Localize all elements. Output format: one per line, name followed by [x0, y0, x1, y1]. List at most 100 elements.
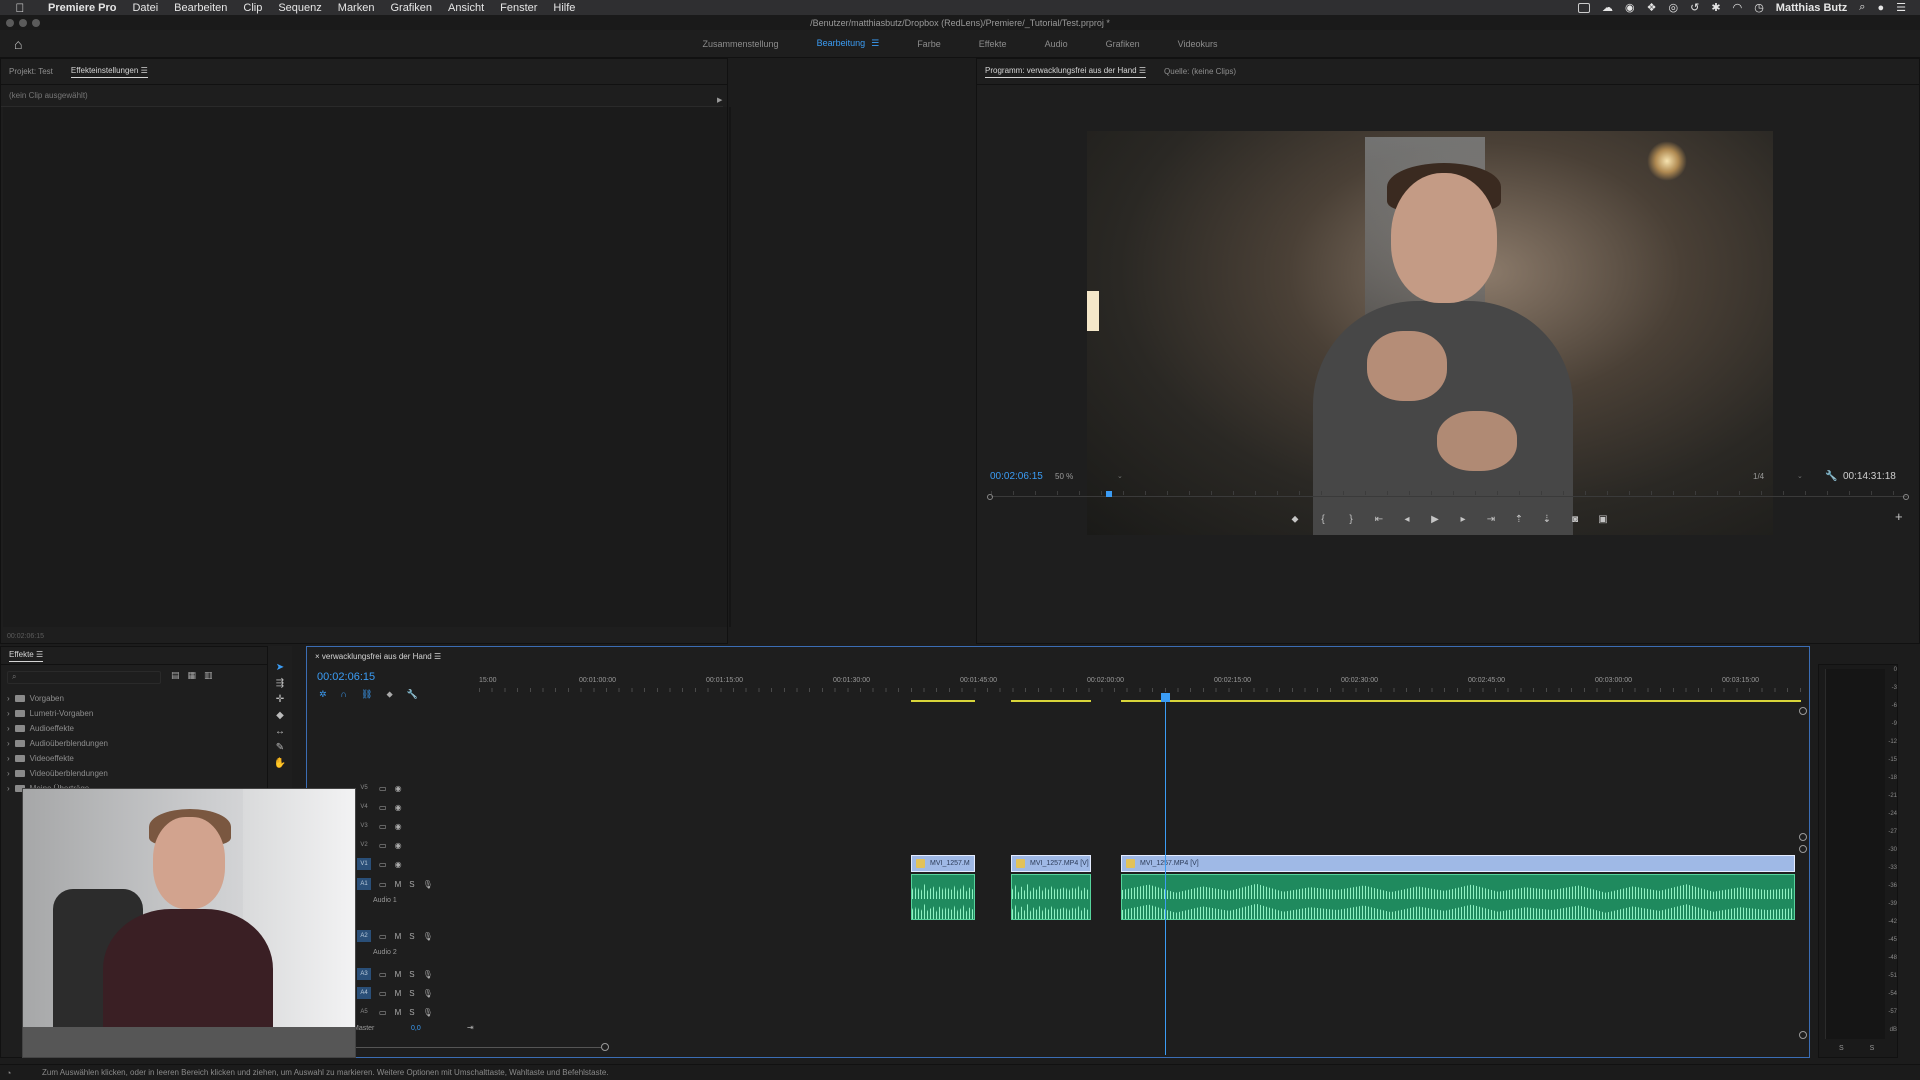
nest-icon[interactable]: ✲ [319, 689, 327, 700]
tab-quelle[interactable]: Quelle: (keine Clips) [1164, 67, 1236, 76]
track-name[interactable]: A3 [357, 968, 371, 980]
timeline-playhead-line[interactable] [1165, 693, 1166, 1055]
menu-sequenz[interactable]: Sequenz [270, 2, 329, 14]
go-to-out-icon[interactable]: ⇥ [1484, 514, 1498, 525]
hand-tool-icon[interactable]: ✋ [274, 758, 286, 769]
video-clip[interactable]: MVI_1257.M [911, 855, 975, 872]
panel-menu-icon[interactable]: ☰ [36, 650, 43, 659]
playhead-icon[interactable] [1161, 693, 1170, 702]
menu-datei[interactable]: Datei [124, 2, 166, 14]
mute-button[interactable]: M [395, 970, 402, 979]
chevron-down-icon[interactable]: ⌄ [1117, 472, 1123, 480]
wrench-icon[interactable]: 🔧 [1825, 471, 1837, 482]
snap-icon[interactable]: ∩ [341, 689, 347, 700]
mark-out-icon[interactable]: } [1344, 514, 1358, 525]
panel-menu-icon[interactable]: ☰ [141, 66, 148, 75]
solo-button[interactable]: S [1839, 1045, 1844, 1052]
sync-lock-icon[interactable]: ▭ [379, 822, 387, 831]
yuv-effects-icon[interactable]: ▥ [204, 670, 213, 681]
panel-menu-icon[interactable]: ☰ [871, 38, 879, 48]
microphone-icon[interactable]: 🎙 [423, 932, 433, 941]
workspace-tab-grafiken[interactable]: Grafiken [1087, 39, 1159, 49]
scrollbar-handle[interactable] [1799, 707, 1807, 715]
solo-button[interactable]: S [409, 970, 414, 979]
sync-lock-icon[interactable]: ▭ [379, 989, 387, 998]
minimize-window-button[interactable] [19, 19, 27, 27]
menu-hilfe[interactable]: Hilfe [545, 2, 583, 14]
tab-effekte[interactable]: Effekte ☰ [9, 650, 44, 662]
track-select-tool-icon[interactable]: ⇶ [276, 678, 284, 689]
timeline-tab[interactable]: × verwacklungsfrei aus der Hand ☰ [315, 652, 441, 661]
solo-button[interactable]: S [1870, 1045, 1875, 1052]
effects-search-input[interactable]: ⌕ [7, 671, 161, 684]
go-to-in-icon[interactable]: ⇤ [1372, 514, 1386, 525]
timeline-vertical-scrollbar[interactable] [1799, 707, 1807, 1039]
cloud-icon[interactable]: ☁ [1602, 1, 1613, 14]
32bit-effects-icon[interactable]: ▦ [188, 670, 197, 681]
solo-button[interactable]: S [409, 989, 414, 998]
mute-button[interactable]: M [395, 880, 402, 889]
bluetooth-icon[interactable]: ✱ [1711, 1, 1720, 14]
scrub-start-handle[interactable] [987, 494, 993, 500]
mute-button[interactable]: M [395, 989, 402, 998]
zoom-select[interactable]: 50 % [1055, 472, 1073, 481]
workspace-tab-audio[interactable]: Audio [1026, 39, 1087, 49]
playhead-icon[interactable] [1105, 491, 1112, 497]
selection-tool-icon[interactable]: ➤ [276, 662, 284, 673]
creative-cloud-icon[interactable]: ◎ [1669, 1, 1679, 14]
eye-icon[interactable]: ◉ [395, 860, 402, 869]
solo-button[interactable]: S [409, 932, 414, 941]
siri-icon[interactable]: ● [1877, 2, 1884, 14]
add-marker-icon[interactable]: ⬥ [386, 689, 392, 700]
track-name[interactable]: A4 [357, 987, 371, 999]
menubar-user[interactable]: Matthias Butz [1776, 2, 1848, 14]
track-name[interactable]: V2 [357, 839, 371, 851]
program-timecode[interactable]: 00:02:06:15 [990, 471, 1043, 482]
mute-button[interactable]: M [395, 1008, 402, 1017]
track-name[interactable]: V3 [357, 820, 371, 832]
video-clip[interactable]: MVI_1257.MP4 [V] [1121, 855, 1795, 872]
effects-folder[interactable]: › Audioüberblendungen [7, 736, 108, 751]
solo-button[interactable]: S [409, 880, 414, 889]
track-name[interactable]: A2 [357, 930, 371, 942]
eye-icon[interactable]: ◉ [395, 803, 402, 812]
menu-bearbeiten[interactable]: Bearbeiten [166, 2, 235, 14]
audio-clip[interactable] [1121, 874, 1795, 920]
home-icon[interactable]: ⌂ [14, 36, 22, 52]
program-video-frame[interactable] [1087, 131, 1773, 535]
eye-icon[interactable]: ◉ [1625, 1, 1635, 14]
scrub-end-handle[interactable] [1903, 494, 1909, 500]
step-back-icon[interactable]: ◂ [1400, 514, 1414, 525]
master-volume[interactable]: 0,0 [411, 1025, 421, 1032]
sync-lock-icon[interactable]: ▭ [379, 841, 387, 850]
workspace-tab-effekte[interactable]: Effekte [960, 39, 1026, 49]
chevron-down-icon[interactable]: ⌄ [1797, 472, 1803, 480]
playback-resolution-select[interactable]: 1/4 [1753, 472, 1764, 481]
sync-lock-icon[interactable]: ▭ [379, 803, 387, 812]
tab-programm[interactable]: Programm: verwacklungsfrei aus der Hand … [985, 66, 1147, 78]
effects-folder[interactable]: › Audioeffekte [7, 721, 108, 736]
microphone-icon[interactable]: 🎙 [423, 1008, 433, 1017]
microphone-icon[interactable]: 🎙 [423, 970, 433, 979]
sync-lock-icon[interactable]: ▭ [379, 784, 387, 793]
menu-ansicht[interactable]: Ansicht [440, 2, 492, 14]
menu-marken[interactable]: Marken [330, 2, 383, 14]
extract-icon[interactable]: ⇣ [1540, 514, 1554, 525]
track-name[interactable]: A1 [357, 878, 371, 890]
effects-folder[interactable]: › Videoeffekte [7, 751, 108, 766]
menu-grafiken[interactable]: Grafiken [382, 2, 440, 14]
lift-icon[interactable]: ⇡ [1512, 514, 1526, 525]
add-marker-icon[interactable]: ⬥ [1288, 514, 1302, 525]
eye-icon[interactable]: ◉ [395, 841, 402, 850]
audio-clip[interactable] [911, 874, 975, 920]
apple-icon[interactable]:  [0, 1, 40, 15]
mute-button[interactable]: M [395, 932, 402, 941]
camera-icon[interactable] [1578, 2, 1591, 13]
panel-menu-icon[interactable]: ☰ [434, 652, 441, 661]
track-name[interactable]: A5 [357, 1006, 371, 1018]
wifi-icon[interactable]: ◠ [1733, 1, 1743, 14]
notification-center-icon[interactable]: ☰ [1896, 1, 1906, 14]
sync-lock-icon[interactable]: ▭ [379, 860, 387, 869]
collapse-arrow-icon[interactable]: ▶ [717, 96, 722, 104]
compare-view-icon[interactable]: ▣ [1596, 514, 1610, 525]
